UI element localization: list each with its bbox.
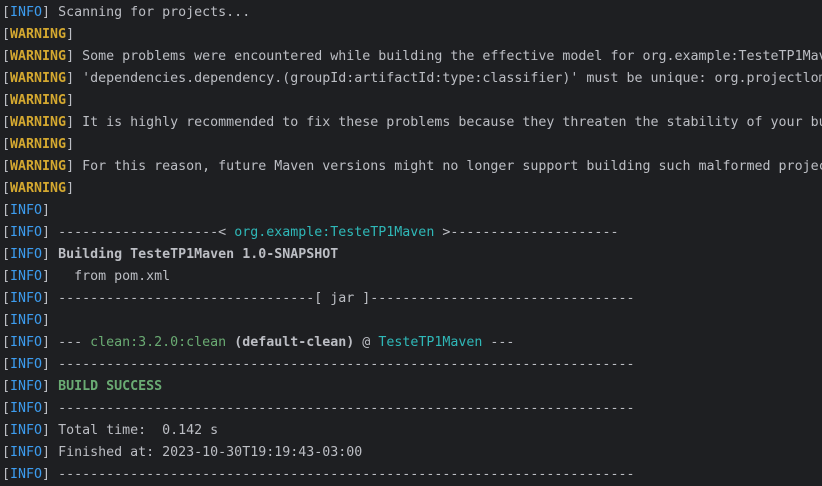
level-tag: INFO [10,379,43,394]
log-line: [INFO] Finished at: 2023-10-30T19:19:43-… [2,445,363,460]
level-tag: WARNING [10,93,67,108]
log-text: from pom.xml [50,269,171,284]
level-tag: INFO [10,445,43,460]
execution-id: (default-clean) [226,335,355,350]
log-line: [INFO] from pom.xml [2,269,171,284]
total-time: Total time: 0.142 s [50,423,219,438]
log-text: --- [482,335,515,350]
level-tag: INFO [10,5,43,20]
log-line: [WARNING] Some problems were encountered… [0,46,822,68]
level-tag: INFO [10,423,43,438]
log-line: [INFO] Scanning for projects... [2,5,251,20]
log-text: For this reason, future Maven versions m… [74,159,822,174]
log-text: >--------------------- [434,225,619,240]
log-line: [INFO] BUILD SUCCESS [2,379,163,394]
log-line: [WARNING] 'dependencies.dependency.(grou… [0,68,822,90]
log-line: [INFO] [2,313,51,328]
log-text: ----------------------------------------… [50,467,635,482]
level-tag: INFO [10,269,43,284]
artifact-name: TesteTP1Maven [378,335,483,350]
log-text: @ [354,335,379,350]
building-text: Building TesteTP1Maven 1.0-SNAPSHOT [50,247,339,262]
level-tag: WARNING [10,137,67,152]
log-text: ----------------------------------------… [50,357,635,372]
log-text: --- [50,335,91,350]
log-text: ----------------------------------------… [50,401,635,416]
log-line: [INFO] ---------------------------------… [2,357,635,372]
log-line: [INFO] --------------------< org.example… [2,225,619,240]
level-tag: INFO [10,313,43,328]
level-tag: WARNING [10,49,67,64]
log-line: [WARNING] [2,27,75,42]
log-line: [WARNING] It is highly recommended to fi… [0,112,822,134]
level-tag: INFO [10,203,43,218]
log-text: 'dependencies.dependency.(groupId:artifa… [82,71,822,86]
level-tag: WARNING [10,27,67,42]
level-tag: WARNING [10,181,67,196]
level-tag: INFO [10,335,43,350]
log-line: [INFO] [2,203,51,218]
level-tag: INFO [10,357,43,372]
log-text: Some problems were encountered while bui… [82,49,822,64]
finished-at: Finished at: 2023-10-30T19:19:43-03:00 [50,445,363,460]
level-tag: INFO [10,401,43,416]
level-tag: WARNING [10,71,67,86]
level-tag: WARNING [10,159,67,174]
plugin-goal: clean:3.2.0:clean [90,335,227,350]
log-text: --------------------< [50,225,235,240]
level-tag: INFO [10,247,43,262]
build-status: BUILD SUCCESS [50,379,163,394]
log-line: [INFO] Building TesteTP1Maven 1.0-SNAPSH… [2,247,339,262]
log-line: [WARNING] For this reason, future Maven … [0,156,822,178]
level-tag: INFO [10,291,43,306]
log-line: [INFO] --------------------------------[… [2,291,635,306]
project-coordinates: org.example:TesteTP1Maven [234,225,435,240]
log-line: [WARNING] [2,93,75,108]
log-line: [INFO] ---------------------------------… [2,401,635,416]
log-line: [INFO] ---------------------------------… [2,467,635,482]
log-line: [WARNING] [2,137,75,152]
console-output[interactable]: [INFO] Scanning for projects... [WARNING… [0,0,822,486]
log-text: Scanning for projects... [50,5,251,20]
log-text: --------------------------------[ jar ]-… [50,291,635,306]
level-tag: WARNING [10,115,67,130]
level-tag: INFO [10,467,43,482]
log-text: It is highly recommended to fix these pr… [74,115,822,130]
log-line: [INFO] Total time: 0.142 s [2,423,219,438]
log-line: [WARNING] [2,181,75,196]
level-tag: INFO [10,225,43,240]
log-line: [INFO] --- clean:3.2.0:clean (default-cl… [2,335,515,350]
